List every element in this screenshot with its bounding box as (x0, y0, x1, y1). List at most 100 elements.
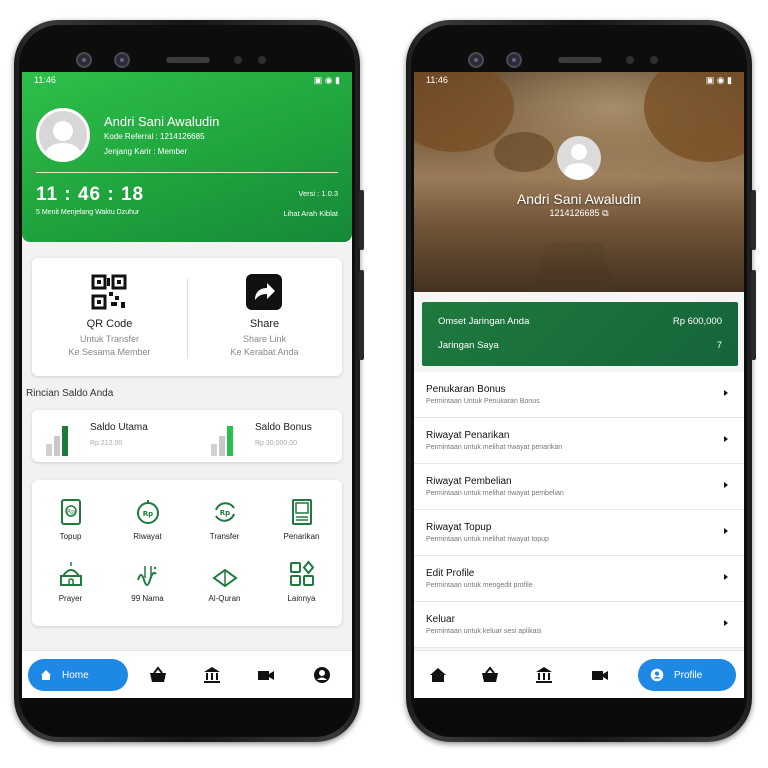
menu-transfer[interactable]: Rp Transfer (186, 494, 263, 554)
riwayat-icon: Rp (137, 500, 159, 524)
kiblat-link[interactable]: Lihat Arah Kiblat (283, 209, 338, 218)
chevron-right-icon (724, 436, 728, 442)
video-icon[interactable] (256, 665, 276, 685)
profile-screen: 11:46 ▣ ◉ ▮ Andri Sani Awaludin 12141266… (414, 72, 744, 700)
saldo-utama-value: Rp 212.00 (90, 440, 123, 447)
phone-frame-profile: 11:46 ▣ ◉ ▮ Andri Sani Awaludin 12141266… (406, 20, 756, 742)
avatar[interactable] (557, 136, 601, 180)
quick-actions-card: QR Code Untuk Transfer Ke Sesama Member … (32, 258, 342, 376)
list-item-title: Riwayat Topup (426, 522, 492, 533)
basket-icon[interactable] (480, 665, 500, 685)
chevron-right-icon (724, 620, 728, 626)
bottom-nav: Profile (414, 650, 744, 700)
share-line1: Share Link (242, 334, 287, 344)
header-divider (36, 172, 338, 173)
list-item-title: Riwayat Penarikan (426, 430, 510, 441)
chevron-right-icon (724, 528, 728, 534)
nav-home[interactable]: Home (28, 659, 128, 691)
list-item-subtitle: Permintaan untuk melihat riwayat topup (426, 536, 549, 543)
bar-chart-icon (211, 426, 233, 456)
qr-code-icon (91, 274, 127, 310)
topup-icon: Rp (61, 499, 81, 525)
menu-penarikan-label: Penarikan (283, 532, 320, 541)
prayer-countdown: 5 Menit Menjelang Waktu Dzuhur (36, 209, 140, 216)
qr-code-button[interactable]: QR Code Untuk Transfer Ke Sesama Member (32, 258, 187, 376)
network-summary-card: Omset Jaringan Anda Rp 600,000 Jaringan … (422, 302, 738, 366)
svg-text:Rp: Rp (143, 510, 153, 518)
transfer-icon: Rp (215, 502, 235, 522)
menu-al-quran[interactable]: Al-Quran (186, 556, 263, 616)
list-item[interactable]: Riwayat Penarikan Permintaan untuk melih… (414, 418, 744, 464)
more-grid-icon (290, 560, 315, 586)
chevron-right-icon (724, 574, 728, 580)
member-code-text: 1214126685 (549, 208, 600, 218)
account-icon[interactable] (312, 665, 332, 685)
phone-frame-home: 11:46 ▣ ◉ ▮ Andri Sani Awaludin Kode Ref… (14, 20, 364, 742)
menu-riwayat-label: Riwayat (133, 532, 162, 541)
saldo-card: Saldo Utama Rp 212.00 Saldo Bonus Rp 30,… (32, 410, 342, 462)
home-screen: 11:46 ▣ ◉ ▮ Andri Sani Awaludin Kode Ref… (22, 72, 352, 700)
menu-al-quran-label: Al-Quran (208, 594, 241, 603)
menu-penarikan[interactable]: Penarikan (263, 494, 340, 554)
mosque-icon (60, 562, 82, 586)
saldo-bonus-value: Rp 30,000.00 (255, 440, 298, 447)
bank-icon[interactable] (202, 665, 222, 685)
list-item[interactable]: Riwayat Topup Permintaan untuk melihat r… (414, 510, 744, 556)
list-item[interactable]: Riwayat Pembelian Permintaan untuk melih… (414, 464, 744, 510)
menu-lainnya-label: Lainnya (287, 594, 316, 603)
avatar[interactable] (36, 108, 90, 162)
jaringan-label: Jaringan Saya (438, 340, 499, 351)
profile-cover: 11:46 ▣ ◉ ▮ Andri Sani Awaludin 12141266… (414, 72, 744, 292)
home-icon[interactable] (428, 665, 448, 685)
saldo-section-title: Rincian Saldo Anda (26, 388, 114, 399)
list-item-subtitle: Permintaan untuk melihat riwayat penarik… (426, 444, 563, 451)
list-item-subtitle: Permintaan untuk melihat riwayat pembeli… (426, 490, 564, 497)
list-item-title: Penukaran Bonus (426, 384, 506, 395)
home-header: 11:46 ▣ ◉ ▮ Andri Sani Awaludin Kode Ref… (22, 72, 352, 242)
menu-99-nama-label: 99 Nama (131, 594, 164, 603)
qr-code-line2: Ke Sesama Member (68, 347, 151, 357)
bottom-nav: Home (22, 650, 352, 700)
copy-icon[interactable]: ⧉ (602, 208, 608, 218)
list-item[interactable]: Edit Profile Permintaan untuk mengedit p… (414, 556, 744, 602)
share-line2: Ke Kerabat Anda (230, 347, 299, 357)
menu-topup[interactable]: Rp Topup (32, 494, 109, 554)
menu-riwayat[interactable]: Rp Riwayat (109, 494, 186, 554)
share-button[interactable]: Share Share Link Ke Kerabat Anda (187, 258, 342, 376)
qr-code-title: QR Code (86, 318, 133, 330)
list-item-subtitle: Permintaan untuk mengedit profile (426, 582, 533, 589)
menu-topup-label: Topup (59, 532, 82, 541)
bar-chart-icon (46, 426, 68, 456)
profile-name: Andri Sani Awaludin (516, 191, 642, 207)
svg-text:Rp: Rp (67, 509, 75, 516)
list-item-title: Edit Profile (426, 568, 475, 579)
omset-label: Omset Jaringan Anda (438, 316, 530, 327)
profile-name: Andri Sani Awaludin (104, 114, 220, 129)
menu-prayer[interactable]: Prayer (32, 556, 109, 616)
clock-display: 11 : 46 : 18 (36, 184, 145, 205)
saldo-bonus[interactable]: Saldo Bonus Rp 30,000.00 (187, 410, 342, 462)
video-icon[interactable] (590, 665, 610, 685)
nav-home-label: Home (62, 669, 89, 681)
nav-profile-label: Profile (674, 669, 703, 681)
penarikan-icon (292, 499, 312, 525)
account-icon (650, 668, 664, 682)
home-icon (41, 670, 51, 680)
menu-grid: Rp Topup Rp Riwayat Rp Transfer Penarika… (32, 480, 342, 626)
bank-icon[interactable] (534, 665, 554, 685)
omset-value: Rp 600,000 (672, 316, 722, 327)
referral-code: Kode Referral : 1214126685 (104, 132, 205, 141)
member-code: 1214126685 ⧉ (414, 208, 744, 219)
career-level: Jenjang Karir : Member (104, 147, 188, 156)
list-item[interactable]: Keluar Permintaan untuk keluar sesi apli… (414, 602, 744, 648)
menu-lainnya[interactable]: Lainnya (263, 556, 340, 616)
saldo-bonus-title: Saldo Bonus (255, 422, 312, 433)
saldo-utama[interactable]: Saldo Utama Rp 212.00 (32, 410, 187, 462)
list-item[interactable]: Penukaran Bonus Permintaan Untuk Penukar… (414, 372, 744, 418)
nav-profile[interactable]: Profile (638, 659, 736, 691)
share-icon (246, 274, 282, 310)
list-item-title: Riwayat Pembelian (426, 476, 512, 487)
basket-icon[interactable] (148, 665, 168, 685)
menu-99-nama[interactable]: 99 Nama (109, 556, 186, 616)
menu-transfer-label: Transfer (209, 532, 240, 541)
